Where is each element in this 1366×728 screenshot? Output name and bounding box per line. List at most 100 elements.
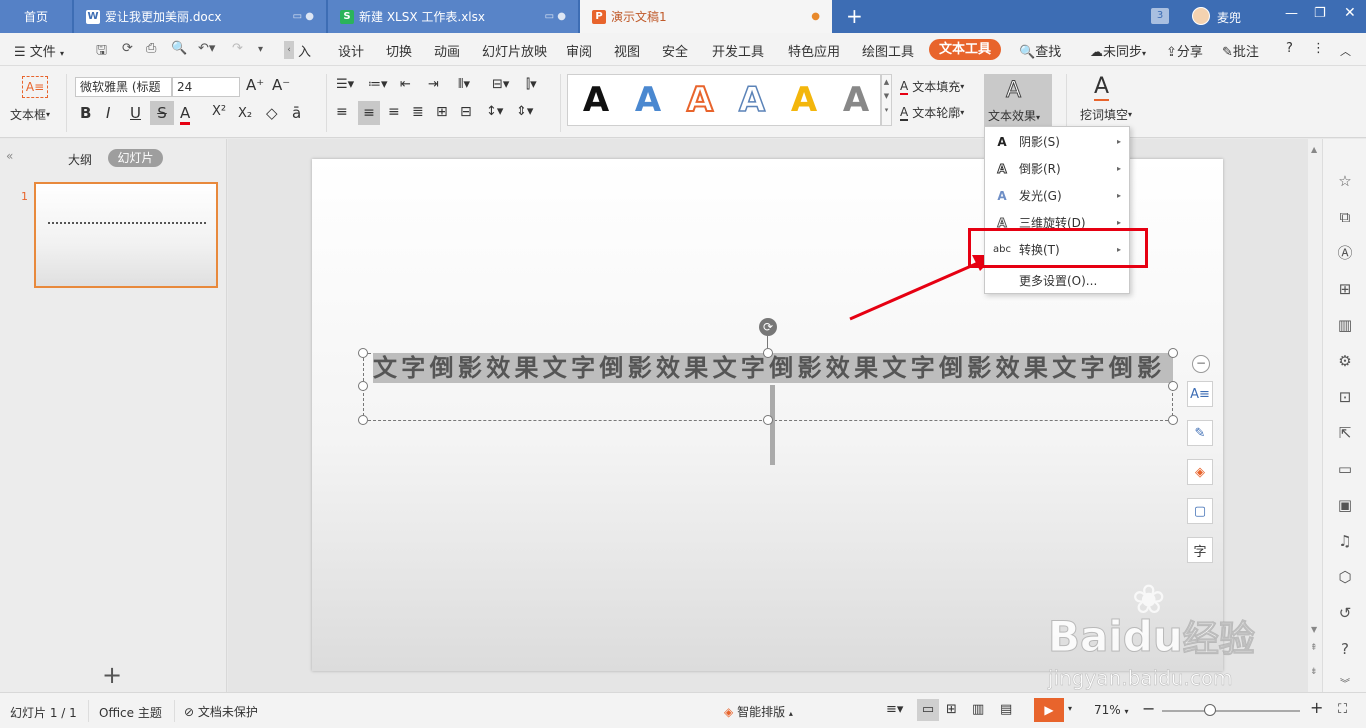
menu-item-more-settings[interactable]: 更多设置(O)... bbox=[985, 267, 1129, 294]
border-float-icon[interactable]: ▢ bbox=[1187, 498, 1213, 524]
export-icon[interactable]: ⇱ bbox=[1335, 423, 1355, 443]
collapse-float-icon[interactable]: − bbox=[1192, 355, 1210, 373]
restore-icon[interactable]: ❐ bbox=[1314, 6, 1326, 21]
textbox-button[interactable]: 文本框 ▾ bbox=[10, 106, 50, 123]
window-count-badge[interactable]: 3 bbox=[1151, 8, 1169, 24]
menu-item-glow[interactable]: A 发光(G) ▸ bbox=[985, 182, 1129, 209]
menu-item-shadow[interactable]: A 阴影(S) ▸ bbox=[985, 128, 1129, 155]
menu-insert[interactable]: 入 bbox=[298, 41, 311, 60]
copy-icon[interactable]: ⧉ bbox=[1335, 207, 1355, 227]
underline-icon[interactable]: U bbox=[130, 104, 141, 122]
chevron-down-icon[interactable]: ▾ bbox=[1068, 704, 1072, 713]
new-tab-icon[interactable]: + bbox=[846, 4, 863, 28]
columns-icon[interactable]: ⫴▾ bbox=[458, 77, 470, 92]
brush-float-icon[interactable]: ✎ bbox=[1187, 420, 1213, 446]
menu-view[interactable]: 视图 bbox=[614, 41, 640, 60]
theme-name[interactable]: Office 主题 bbox=[99, 704, 162, 721]
collapse-panel-icon[interactable]: « bbox=[6, 149, 13, 163]
print-icon[interactable]: ⎙ bbox=[146, 41, 156, 56]
char-float-icon[interactable]: 字 bbox=[1187, 537, 1213, 563]
subscript-icon[interactable]: X₂ bbox=[238, 106, 252, 121]
tab-home[interactable]: 首页 bbox=[0, 0, 72, 33]
justify-icon[interactable]: ≣ bbox=[412, 104, 424, 120]
tab-slides[interactable]: 幻灯片 bbox=[108, 149, 163, 167]
distribute-icon[interactable]: ⊞ bbox=[436, 104, 448, 120]
tab-window-icon[interactable]: ▭ ● bbox=[545, 11, 566, 22]
style-blue-outline[interactable]: A bbox=[734, 79, 770, 121]
undo-icon[interactable]: ↶▾ bbox=[198, 41, 215, 56]
grid-icon[interactable]: ⊞ bbox=[1335, 279, 1355, 299]
indent-increase-icon[interactable]: ⇥ bbox=[428, 77, 439, 92]
resize-handle[interactable] bbox=[763, 348, 773, 358]
zoom-level[interactable]: 71% ▾ bbox=[1094, 703, 1129, 717]
eraser-icon[interactable]: ◇ bbox=[266, 104, 278, 122]
reading-view-icon[interactable]: ▥ bbox=[972, 702, 984, 717]
cloze-icon[interactable]: A bbox=[1094, 74, 1110, 101]
text-style-float-icon[interactable]: A≡ bbox=[1187, 381, 1213, 407]
italic-icon[interactable]: I bbox=[106, 104, 110, 122]
strikethrough-icon[interactable]: S bbox=[150, 101, 174, 125]
grow-font-icon[interactable]: A⁺ bbox=[246, 76, 264, 94]
vertical-scrollbar[interactable]: ▲ ▼ ⇞ ⇟ bbox=[1308, 139, 1322, 692]
resize-handle[interactable] bbox=[358, 381, 368, 391]
page-down-icon[interactable]: ⇟ bbox=[1310, 667, 1318, 677]
zoom-slider-thumb[interactable] bbox=[1204, 704, 1216, 716]
slide-text[interactable]: 文字倒影效果文字倒影效果文字倒影效果文字倒影效果文字倒影 bbox=[373, 353, 1173, 383]
scroll-up-icon[interactable]: ▲ bbox=[1311, 145, 1317, 154]
notes-icon[interactable]: ≡▾ bbox=[886, 702, 903, 717]
page-up-icon[interactable]: ⇞ bbox=[1310, 643, 1318, 653]
rotate-handle-icon[interactable]: ⟳ bbox=[759, 318, 777, 336]
style-orange-outline[interactable]: A bbox=[682, 79, 718, 121]
align-text-icon[interactable]: ⫿▾ bbox=[526, 77, 537, 92]
user-name[interactable]: 麦兜 bbox=[1217, 9, 1241, 26]
resize-handle[interactable] bbox=[358, 415, 368, 425]
resize-handle[interactable] bbox=[763, 415, 773, 425]
gallery-scroll[interactable]: ▲ ▼ ▾ bbox=[881, 74, 892, 126]
style-gray[interactable]: A bbox=[838, 80, 874, 120]
history-icon[interactable]: ↺ bbox=[1335, 603, 1355, 623]
picture-icon[interactable]: ▣ bbox=[1335, 495, 1355, 515]
redo-icon[interactable]: ↷ bbox=[232, 41, 243, 56]
menu-search[interactable]: 🔍查找 bbox=[1019, 41, 1061, 60]
zoom-slider[interactable] bbox=[1162, 710, 1300, 712]
cloze-button[interactable]: 挖词填空 ▾ bbox=[1080, 106, 1132, 123]
shield-icon[interactable]: ⬡ bbox=[1335, 567, 1355, 587]
menu-item-reflection[interactable]: A 倒影(R) ▸ bbox=[985, 155, 1129, 182]
font-name-select[interactable]: 微软雅黑 (标题 bbox=[75, 77, 172, 97]
archive-icon[interactable]: ▭ bbox=[1335, 459, 1355, 479]
chart-icon[interactable]: ▥ bbox=[1335, 315, 1355, 335]
resize-handle[interactable] bbox=[1168, 348, 1178, 358]
numbered-list-icon[interactable]: ≔▾ bbox=[368, 77, 388, 92]
menu-slideshow[interactable]: 幻灯片放映 bbox=[482, 41, 547, 60]
style-blue[interactable]: A bbox=[630, 80, 666, 120]
menu-review[interactable]: 审阅 bbox=[566, 41, 592, 60]
comment-view-icon[interactable]: ▤ bbox=[1000, 702, 1012, 717]
comment-button[interactable]: ✎批注 bbox=[1222, 41, 1259, 60]
font-size-select[interactable]: 24 bbox=[172, 77, 240, 97]
normal-view-icon[interactable]: ▭ bbox=[917, 699, 939, 721]
collapse-ribbon-icon[interactable]: ︿ bbox=[1340, 43, 1351, 59]
zoom-out-icon[interactable]: − bbox=[1142, 699, 1155, 718]
char-spacing-icon[interactable]: ā bbox=[292, 104, 301, 122]
menu-drawing-tools[interactable]: 绘图工具 bbox=[862, 41, 914, 60]
help-icon[interactable]: ? bbox=[1286, 41, 1293, 56]
sorter-view-icon[interactable]: ⊞ bbox=[946, 702, 957, 717]
menu-design[interactable]: 设计 bbox=[338, 41, 364, 60]
smart-layout-button[interactable]: ◈ 智能排版 ▴ bbox=[724, 703, 793, 720]
menu-animation[interactable]: 动画 bbox=[434, 41, 460, 60]
menu-special[interactable]: 特色应用 bbox=[788, 41, 840, 60]
style-icon[interactable]: Ⓐ bbox=[1335, 243, 1355, 263]
tab-outline[interactable]: 大纲 bbox=[68, 151, 92, 168]
line-spacing-icon[interactable]: ↕▾ bbox=[486, 104, 503, 119]
menu-file[interactable]: ☰ 文件 ▾ bbox=[14, 41, 64, 60]
align-center-icon[interactable]: ≡ bbox=[358, 101, 380, 125]
textbox-icon[interactable]: A≡ bbox=[22, 76, 48, 98]
resize-handle[interactable] bbox=[1168, 415, 1178, 425]
superscript-icon[interactable]: X² bbox=[212, 104, 226, 119]
align-left-icon[interactable]: ≡ bbox=[336, 104, 348, 120]
tab-window-icon[interactable]: ▭ ● bbox=[293, 11, 314, 22]
style-gold[interactable]: A bbox=[786, 80, 822, 120]
fit-window-icon[interactable]: ⛶ bbox=[1338, 702, 1347, 717]
tab-doc-ppt[interactable]: P 演示文稿1 ● bbox=[580, 0, 832, 33]
save-icon[interactable]: 🖫 bbox=[96, 41, 107, 63]
